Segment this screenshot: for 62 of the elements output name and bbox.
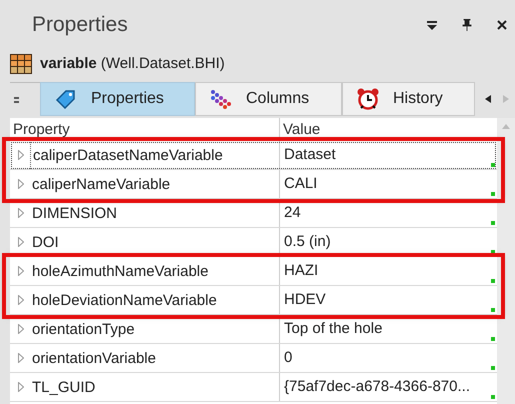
expand-icon[interactable] xyxy=(18,237,24,247)
panel-title: Properties xyxy=(32,12,128,38)
expand-icon[interactable] xyxy=(18,266,24,276)
expand-icon[interactable] xyxy=(18,324,24,334)
property-value[interactable]: HDEV xyxy=(284,288,326,312)
corner-marker xyxy=(491,366,495,370)
property-value[interactable]: 0.5 (in) xyxy=(284,230,331,254)
expand-icon[interactable] xyxy=(18,208,24,218)
alarm-clock-icon xyxy=(357,88,379,110)
property-value[interactable]: 0 xyxy=(284,346,292,370)
expand-icon[interactable] xyxy=(18,295,24,305)
property-name: DIMENSION xyxy=(32,204,118,224)
scroll-up-icon[interactable] xyxy=(502,124,510,129)
corner-marker xyxy=(491,279,495,283)
close-icon[interactable] xyxy=(497,20,507,30)
scroll-icon xyxy=(14,96,20,104)
column-header[interactable]: Value xyxy=(280,118,497,140)
expand-icon[interactable] xyxy=(18,353,24,363)
property-value[interactable]: Top of the hole xyxy=(284,318,382,340)
property-name: caliperDatasetNameVariable xyxy=(30,142,279,168)
property-row[interactable]: caliperDatasetNameVariable Dataset xyxy=(10,141,497,170)
property-row[interactable]: orientationType Top of the hole xyxy=(10,315,497,344)
property-value[interactable]: CALI xyxy=(284,172,318,196)
property-name: caliperNameVariable xyxy=(32,174,172,194)
property-name: orientationVariable xyxy=(32,348,157,368)
property-value[interactable]: Dataset xyxy=(284,144,336,166)
dropdown-icon[interactable] xyxy=(427,20,437,30)
property-name: orientationType xyxy=(32,320,136,340)
property-value[interactable]: {75af7dec-a678-4366-870... xyxy=(284,376,470,398)
object-title: variable (Well.Dataset.BHI) xyxy=(40,54,225,74)
property-row[interactable]: holeDeviationNameVariable HDEV xyxy=(10,286,497,315)
column-header[interactable]: Property xyxy=(10,118,280,140)
property-row[interactable]: caliperNameVariable CALI xyxy=(10,170,497,199)
expand-icon[interactable] xyxy=(18,382,24,392)
expand-icon[interactable] xyxy=(18,150,24,160)
tab[interactable]: Properties xyxy=(40,82,195,116)
property-name: TL_GUID xyxy=(32,378,96,398)
corner-marker xyxy=(491,337,495,341)
property-row[interactable]: TL_GUID {75af7dec-a678-4366-870... xyxy=(10,373,497,402)
scroll-left-icon[interactable] xyxy=(485,95,491,103)
pin-icon[interactable] xyxy=(462,19,472,31)
tag-icon xyxy=(55,89,77,109)
tab[interactable]: History xyxy=(342,82,475,116)
property-name: holeDeviationNameVariable xyxy=(32,290,218,310)
corner-marker xyxy=(491,250,495,254)
grid-icon xyxy=(10,54,32,74)
property-value[interactable]: HAZI xyxy=(284,260,318,282)
corner-marker xyxy=(491,395,495,399)
corner-marker xyxy=(491,221,495,225)
property-row[interactable]: orientationVariable 0 xyxy=(10,344,497,373)
property-value[interactable]: 24 xyxy=(284,202,301,224)
property-row[interactable]: DIMENSION 24 xyxy=(10,199,497,228)
tab[interactable]: Columns xyxy=(195,82,342,116)
beads-icon xyxy=(210,89,232,109)
expand-icon[interactable] xyxy=(18,179,24,189)
property-name: holeAzimuthNameVariable xyxy=(32,262,210,282)
corner-marker xyxy=(491,192,495,196)
corner-marker xyxy=(491,308,495,312)
property-name: DOI xyxy=(32,232,60,252)
scroll-right-icon[interactable] xyxy=(503,95,509,103)
corner-marker xyxy=(491,163,495,167)
property-row[interactable]: holeAzimuthNameVariable HAZI xyxy=(10,257,497,286)
